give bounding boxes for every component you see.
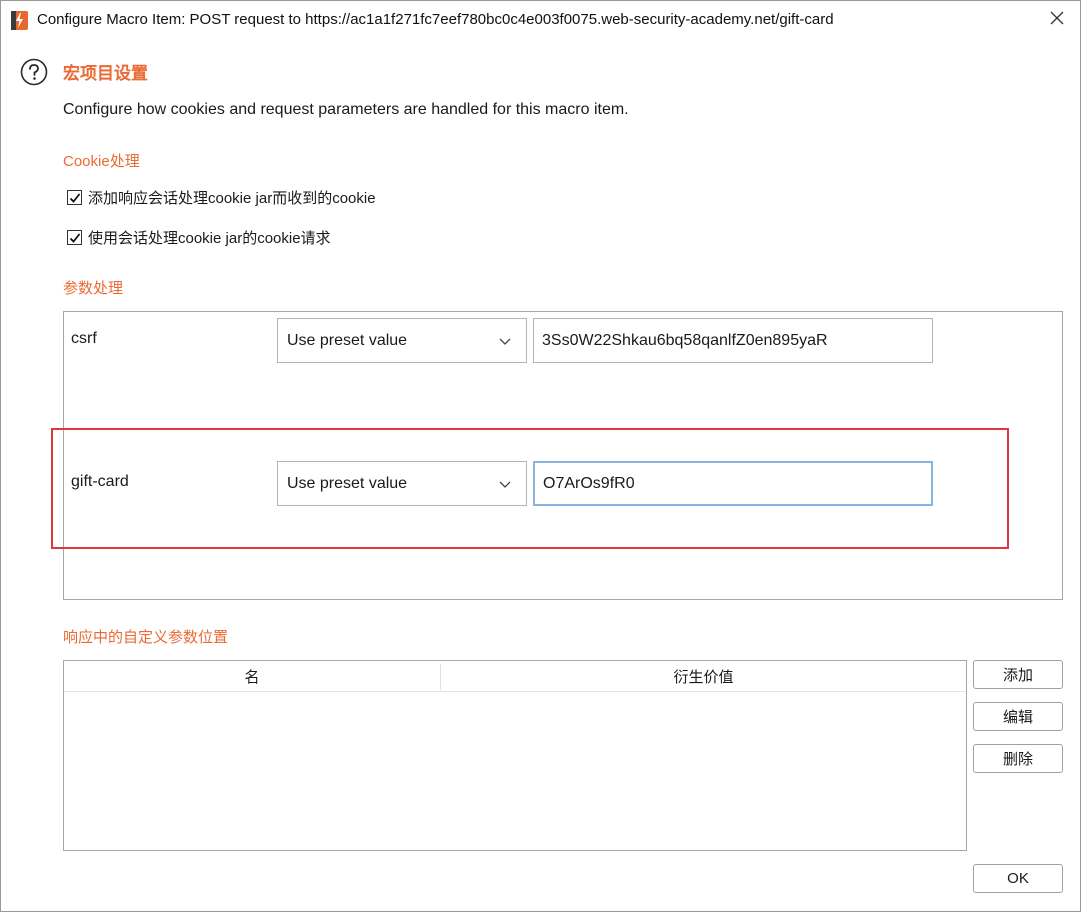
add-response-cookies-checkbox[interactable] bbox=[67, 190, 82, 205]
use-jar-cookies-label: 使用会话处理cookie jar的cookie请求 bbox=[88, 230, 331, 247]
add-response-cookies-label: 添加响应会话处理cookie jar而收到的cookie bbox=[88, 190, 376, 207]
csrf-mode-value: Use preset value bbox=[287, 331, 408, 349]
delete-button[interactable]: 删除 bbox=[973, 744, 1063, 773]
gift-card-value-input[interactable] bbox=[533, 461, 933, 506]
param-section-label: 参数处理 bbox=[63, 280, 124, 297]
description-text: Configure how cookies and request parame… bbox=[63, 101, 629, 118]
table-header: 名 衍生价值 bbox=[64, 661, 966, 692]
csrf-value-input[interactable] bbox=[533, 318, 933, 363]
custom-params-table[interactable]: 名 衍生价值 bbox=[63, 660, 967, 851]
window-title: Configure Macro Item: POST request to ht… bbox=[37, 11, 834, 28]
burp-suite-icon bbox=[11, 11, 28, 30]
param-name-gift-card: gift-card bbox=[71, 473, 129, 490]
help-icon[interactable] bbox=[20, 58, 48, 86]
chevron-down-icon bbox=[498, 334, 512, 348]
gift-card-mode-value: Use preset value bbox=[287, 474, 408, 492]
add-button[interactable]: 添加 bbox=[973, 660, 1063, 689]
gift-card-mode-select[interactable]: Use preset value bbox=[277, 461, 527, 506]
chevron-down-icon bbox=[498, 477, 512, 491]
edit-button[interactable]: 编辑 bbox=[973, 702, 1063, 731]
csrf-mode-select[interactable]: Use preset value bbox=[277, 318, 527, 363]
use-jar-cookies-checkbox[interactable] bbox=[67, 230, 82, 245]
column-header-derived-value[interactable]: 衍生价值 bbox=[441, 661, 966, 691]
section-title: 宏项目设置 bbox=[63, 64, 148, 83]
title-bar: Configure Macro Item: POST request to ht… bbox=[1, 1, 1080, 39]
param-name-csrf: csrf bbox=[71, 330, 97, 347]
custom-section-label: 响应中的自定义参数位置 bbox=[63, 629, 229, 646]
configure-macro-item-dialog: Configure Macro Item: POST request to ht… bbox=[0, 0, 1081, 912]
checkmark-icon bbox=[69, 192, 80, 203]
column-header-name[interactable]: 名 bbox=[64, 661, 440, 691]
close-button[interactable] bbox=[1042, 5, 1072, 35]
cookie-section-label: Cookie处理 bbox=[63, 153, 140, 170]
use-jar-cookies-checkbox-row[interactable]: 使用会话处理cookie jar的cookie请求 bbox=[67, 227, 331, 248]
add-response-cookies-checkbox-row[interactable]: 添加响应会话处理cookie jar而收到的cookie bbox=[67, 187, 376, 208]
ok-button[interactable]: OK bbox=[973, 864, 1063, 893]
close-icon bbox=[1050, 11, 1064, 30]
checkmark-icon bbox=[69, 232, 80, 243]
